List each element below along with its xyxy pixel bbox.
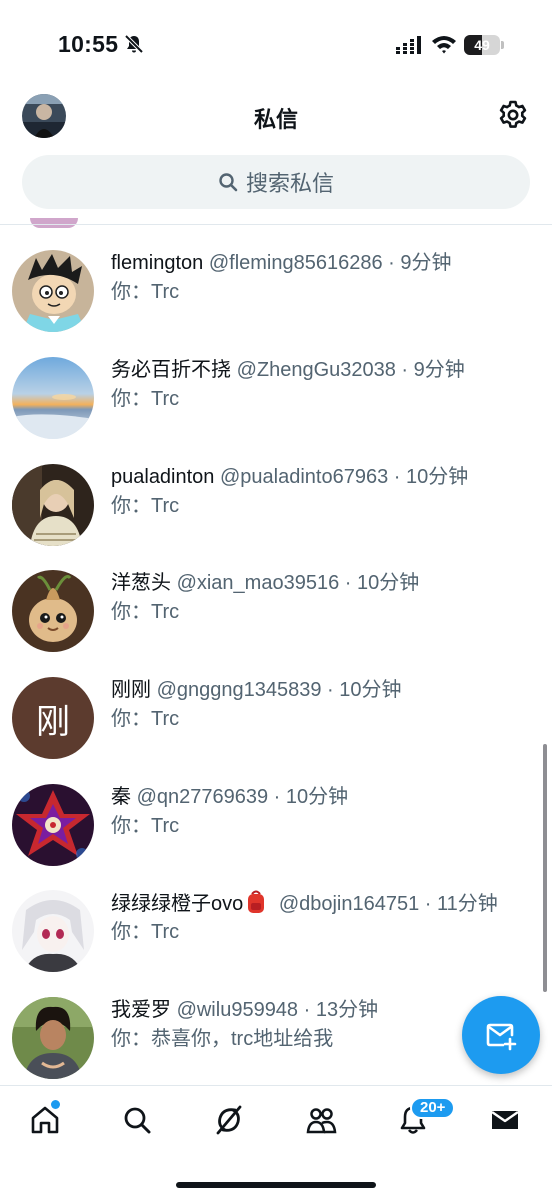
message-preview: 你：恭喜你，trc地址给我 — [111, 1028, 334, 1050]
nav-grok[interactable] — [211, 1102, 247, 1138]
conversation-name: 刚刚 — [111, 679, 151, 701]
message-preview: 你：Trc — [111, 281, 180, 303]
conversation-meta: @dbojin164751 · 11分钟 — [278, 893, 498, 915]
backpack-icon — [248, 890, 265, 913]
message-preview: 你：Trc — [111, 708, 180, 730]
conversation-meta: @ZhengGu32038 · 9分钟 — [236, 359, 465, 381]
search-dm-input[interactable]: 搜索私信 — [22, 155, 530, 209]
message-preview: 你：Trc — [111, 815, 180, 837]
nav-home[interactable] — [27, 1100, 63, 1138]
battery-indicator: 49 — [464, 35, 504, 55]
avatar — [12, 784, 94, 866]
conversation-row[interactable]: 务必百折不挠 @ZhengGu32038 · 9分钟 你：Trc — [0, 357, 552, 463]
conversation-meta: @pualadinto67963 · 10分钟 — [220, 466, 469, 488]
conversation-name: 洋葱头 — [111, 572, 171, 594]
conversation-row[interactable]: 刚 刚刚 @gnggng1345839 · 10分钟 你：Trc — [0, 677, 552, 783]
cellular-signal-icon — [396, 36, 421, 54]
conversation-name: 务必百折不挠 — [111, 359, 231, 381]
previous-avatar-edge — [30, 218, 78, 228]
conversation-row[interactable]: 绿绿绿橙子ovo @dbojin164751 · 11分钟 你：Trc — [0, 890, 552, 996]
message-preview: 你：Trc — [111, 388, 180, 410]
status-bar: 10:55 49 — [0, 0, 552, 90]
home-unread-dot — [51, 1100, 60, 1109]
avatar: 刚 — [12, 677, 94, 759]
conversation-row[interactable]: pualadinton @pualadinto67963 · 10分钟 你：Tr… — [0, 464, 552, 570]
conversation-name: pualadinton — [111, 466, 215, 488]
conversation-row[interactable]: 秦 @qn27769639 · 10分钟 你：Trc — [0, 784, 552, 890]
conversation-meta: @qn27769639 · 10分钟 — [136, 786, 349, 808]
conversation-row[interactable]: 洋葱头 @xian_mao39516 · 10分钟 你：Trc — [0, 570, 552, 676]
search-placeholder: 搜索私信 — [245, 171, 334, 196]
nav-communities[interactable] — [303, 1102, 339, 1138]
communities-icon — [306, 1108, 337, 1134]
conversation-meta: @fleming85616286 · 9分钟 — [208, 252, 452, 274]
avatar — [12, 357, 94, 439]
search-icon — [124, 1107, 151, 1134]
status-time: 10:55 — [58, 31, 119, 57]
new-message-icon — [486, 1023, 517, 1051]
message-preview: 你：Trc — [111, 495, 180, 517]
conversation-name: 绿绿绿橙子ovo — [111, 893, 244, 915]
conversation-meta: @xian_mao39516 · 10分钟 — [176, 572, 420, 594]
wifi-icon — [432, 36, 456, 54]
avatar — [12, 464, 94, 546]
message-preview: 你：Trc — [111, 601, 180, 623]
conversation-row[interactable]: flemington @fleming85616286 · 9分钟 你：Trc — [0, 250, 552, 356]
new-message-button[interactable] — [462, 996, 540, 1074]
header: 私信 — [0, 90, 552, 150]
scrollbar[interactable] — [543, 744, 547, 992]
avatar — [12, 250, 94, 332]
conversation-name: 我爱罗 — [111, 999, 171, 1021]
conversation-name: flemington — [111, 252, 204, 274]
envelope-filled-icon — [491, 1111, 519, 1129]
avatar — [12, 890, 94, 972]
message-preview: 你：Trc — [111, 921, 180, 943]
conversation-name: 秦 — [111, 786, 131, 808]
search-icon — [219, 173, 238, 192]
nav-messages[interactable] — [487, 1102, 523, 1138]
notifications-badge: 20+ — [410, 1097, 456, 1119]
avatar-letter: 刚 — [36, 702, 70, 741]
conversation-meta: @wilu959948 · 13分钟 — [176, 999, 379, 1021]
bell-muted-icon — [124, 34, 144, 54]
divider — [0, 224, 552, 225]
battery-percent: 49 — [474, 37, 490, 53]
settings-gear-icon[interactable] — [497, 99, 529, 131]
grok-icon — [216, 1105, 242, 1135]
page-title: 私信 — [253, 107, 298, 132]
avatar — [12, 997, 94, 1079]
home-indicator[interactable] — [176, 1182, 376, 1188]
conversation-meta: @gnggng1345839 · 10分钟 — [156, 679, 402, 701]
avatar — [12, 570, 94, 652]
nav-search[interactable] — [119, 1102, 155, 1138]
